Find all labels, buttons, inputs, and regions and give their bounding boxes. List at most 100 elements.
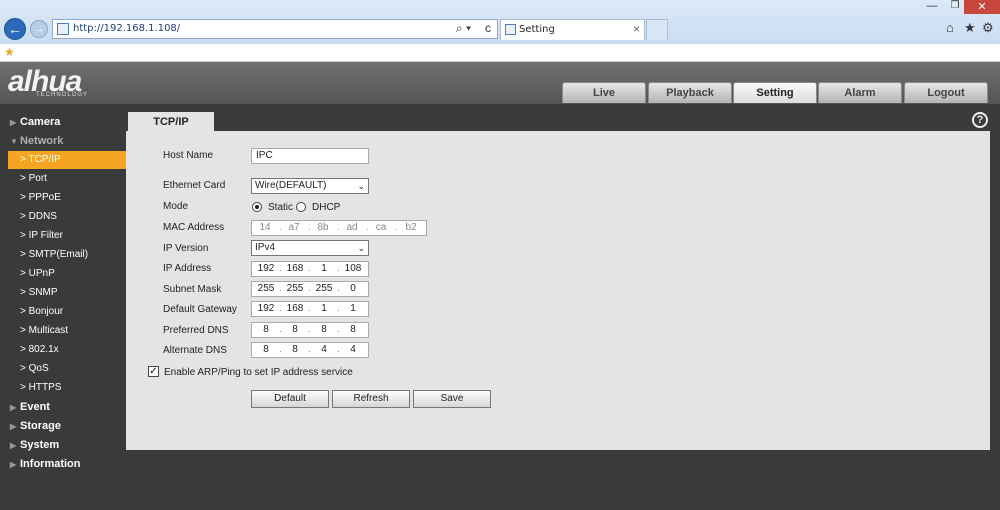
close-icon[interactable]: ×	[633, 22, 640, 36]
ip-octet[interactable]: 4	[341, 344, 365, 355]
sidebar-item-https[interactable]: > HTTPS	[8, 379, 126, 397]
ip-octet[interactable]: 4	[312, 344, 336, 355]
address-bar[interactable]: http://192.168.1.108/ ⌕ ▾ c	[52, 19, 498, 39]
chevron-right-icon: >	[20, 382, 26, 393]
subnet-mask-label: Subnet Mask	[163, 284, 222, 295]
default-gateway-field[interactable]: 192 . 168 . 1 . 1	[251, 301, 369, 317]
ip-octet[interactable]: 1	[341, 303, 365, 314]
address-url: http://192.168.1.108/	[73, 23, 181, 34]
sidebar-category-system[interactable]: ▶ System	[10, 439, 59, 451]
sidebar-item-ip-filter[interactable]: > IP Filter	[8, 227, 126, 245]
favorites-star-icon[interactable]: ★	[964, 20, 976, 36]
sidebar-item-upnp[interactable]: > UPnP	[8, 265, 126, 283]
separator-dot: .	[279, 324, 282, 335]
refresh-button[interactable]: Refresh	[332, 390, 410, 408]
ip-octet[interactable]: 8	[341, 324, 365, 335]
add-favorite-icon[interactable]: ★	[4, 45, 15, 59]
new-tab-button[interactable]	[646, 19, 668, 40]
refresh-icon[interactable]: c	[485, 21, 491, 35]
sidebar-category-label: Network	[20, 135, 64, 147]
chevron-right-icon: >	[20, 344, 26, 355]
separator-dot: .	[308, 344, 311, 355]
sidebar-category-event[interactable]: ▶ Event	[10, 401, 50, 413]
sidebar-item-8021x[interactable]: > 802.1x	[8, 341, 126, 359]
search-icon[interactable]: ⌕ ▾	[456, 21, 471, 36]
ethernet-card-select[interactable]: Wire(DEFAULT) ⌄	[251, 178, 369, 194]
chevron-right-icon: >	[20, 192, 26, 203]
ip-octet[interactable]: 192	[254, 303, 278, 314]
sidebar-item-smtp[interactable]: > SMTP(Email)	[8, 246, 126, 264]
separator-dot: .	[308, 222, 311, 233]
ip-octet[interactable]: 255	[312, 283, 336, 294]
ip-octet[interactable]: 8	[283, 344, 307, 355]
sidebar-item-port[interactable]: > Port	[8, 170, 126, 188]
separator-dot: .	[337, 222, 340, 233]
ip-octet[interactable]: 255	[254, 283, 278, 294]
mode-label: Mode	[163, 201, 189, 212]
sidebar-item-ddns[interactable]: > DDNS	[8, 208, 126, 226]
mode-dhcp-radio[interactable]	[296, 202, 306, 212]
browser-tab[interactable]: Setting ×	[500, 19, 645, 40]
sidebar-item-label: Multicast	[28, 325, 69, 336]
maximize-icon[interactable]: ❐	[946, 0, 964, 14]
sidebar-category-camera[interactable]: ▶ Camera	[10, 116, 60, 128]
back-arrow-icon[interactable]: ←	[4, 18, 26, 40]
ip-octet[interactable]: 255	[283, 283, 307, 294]
mode-static-radio[interactable]	[252, 202, 262, 212]
help-icon[interactable]: ?	[972, 112, 988, 128]
host-name-input[interactable]: IPC	[251, 148, 369, 164]
tab-live[interactable]: Live	[562, 82, 646, 103]
expand-arrow-icon: ▶	[10, 403, 17, 412]
ip-octet[interactable]: 168	[283, 263, 307, 274]
default-button[interactable]: Default	[251, 390, 329, 408]
sidebar-category-label: Event	[20, 401, 50, 413]
sidebar-item-multicast[interactable]: > Multicast	[8, 322, 126, 340]
sidebar-item-bonjour[interactable]: > Bonjour	[8, 303, 126, 321]
sidebar-item-label: PPPoE	[28, 192, 61, 203]
preferred-dns-field[interactable]: 8 . 8 . 8 . 8	[251, 322, 369, 338]
ip-octet[interactable]: 8	[312, 324, 336, 335]
sidebar-category-storage[interactable]: ▶ Storage	[10, 420, 61, 432]
separator-dot: .	[395, 222, 398, 233]
sidebar-item-label: IP Filter	[28, 230, 63, 241]
tab-tcpip[interactable]: TCP/IP	[128, 112, 214, 132]
sidebar-item-tcpip[interactable]: > TCP/IP	[8, 151, 126, 169]
ip-octet[interactable]: 8	[254, 344, 278, 355]
mode-dhcp-label: DHCP	[312, 202, 341, 213]
ip-octet[interactable]: 0	[341, 283, 365, 294]
forward-arrow-icon[interactable]: →	[30, 20, 48, 38]
tab-alarm[interactable]: Alarm	[818, 82, 902, 103]
ip-octet[interactable]: 1	[312, 263, 336, 274]
minimize-icon[interactable]: —	[918, 0, 946, 14]
sidebar-category-information[interactable]: ▶ Information	[10, 458, 81, 470]
gear-icon[interactable]: ⚙	[982, 20, 994, 36]
sidebar-item-label: HTTPS	[28, 382, 62, 393]
chevron-down-icon: ⌄	[357, 243, 365, 253]
ip-octet[interactable]: 192	[254, 263, 278, 274]
ip-octet[interactable]: 8	[254, 324, 278, 335]
ip-octet[interactable]: 8	[283, 324, 307, 335]
alternate-dns-field[interactable]: 8 . 8 . 4 . 4	[251, 342, 369, 358]
separator-dot: .	[308, 283, 311, 294]
separator-dot: .	[337, 324, 340, 335]
subnet-mask-field[interactable]: 255 . 255 . 255 . 0	[251, 281, 369, 297]
sidebar-item-qos[interactable]: > QoS	[8, 360, 126, 378]
sidebar-category-network[interactable]: ▼ Network	[10, 135, 63, 147]
sidebar-category-label: Storage	[20, 420, 61, 432]
ip-address-field[interactable]: 192 . 168 . 1 . 108	[251, 261, 369, 277]
tab-setting[interactable]: Setting	[733, 82, 817, 103]
home-icon[interactable]: ⌂	[946, 20, 954, 35]
arp-ping-checkbox[interactable]: ✓	[148, 366, 159, 377]
ip-octet[interactable]: 1	[312, 303, 336, 314]
ip-octet[interactable]: 168	[283, 303, 307, 314]
save-button[interactable]: Save	[413, 390, 491, 408]
sidebar-item-snmp[interactable]: > SNMP	[8, 284, 126, 302]
tab-playback[interactable]: Playback	[648, 82, 732, 103]
window-close-icon[interactable]: ✕	[964, 0, 1000, 14]
tab-logout[interactable]: Logout	[904, 82, 988, 103]
sidebar-item-label: Port	[28, 173, 47, 184]
sidebar-item-label: DDNS	[28, 211, 57, 222]
ip-version-select[interactable]: IPv4 ⌄	[251, 240, 369, 256]
sidebar-item-pppoe[interactable]: > PPPoE	[8, 189, 126, 207]
ip-octet[interactable]: 108	[341, 263, 365, 274]
